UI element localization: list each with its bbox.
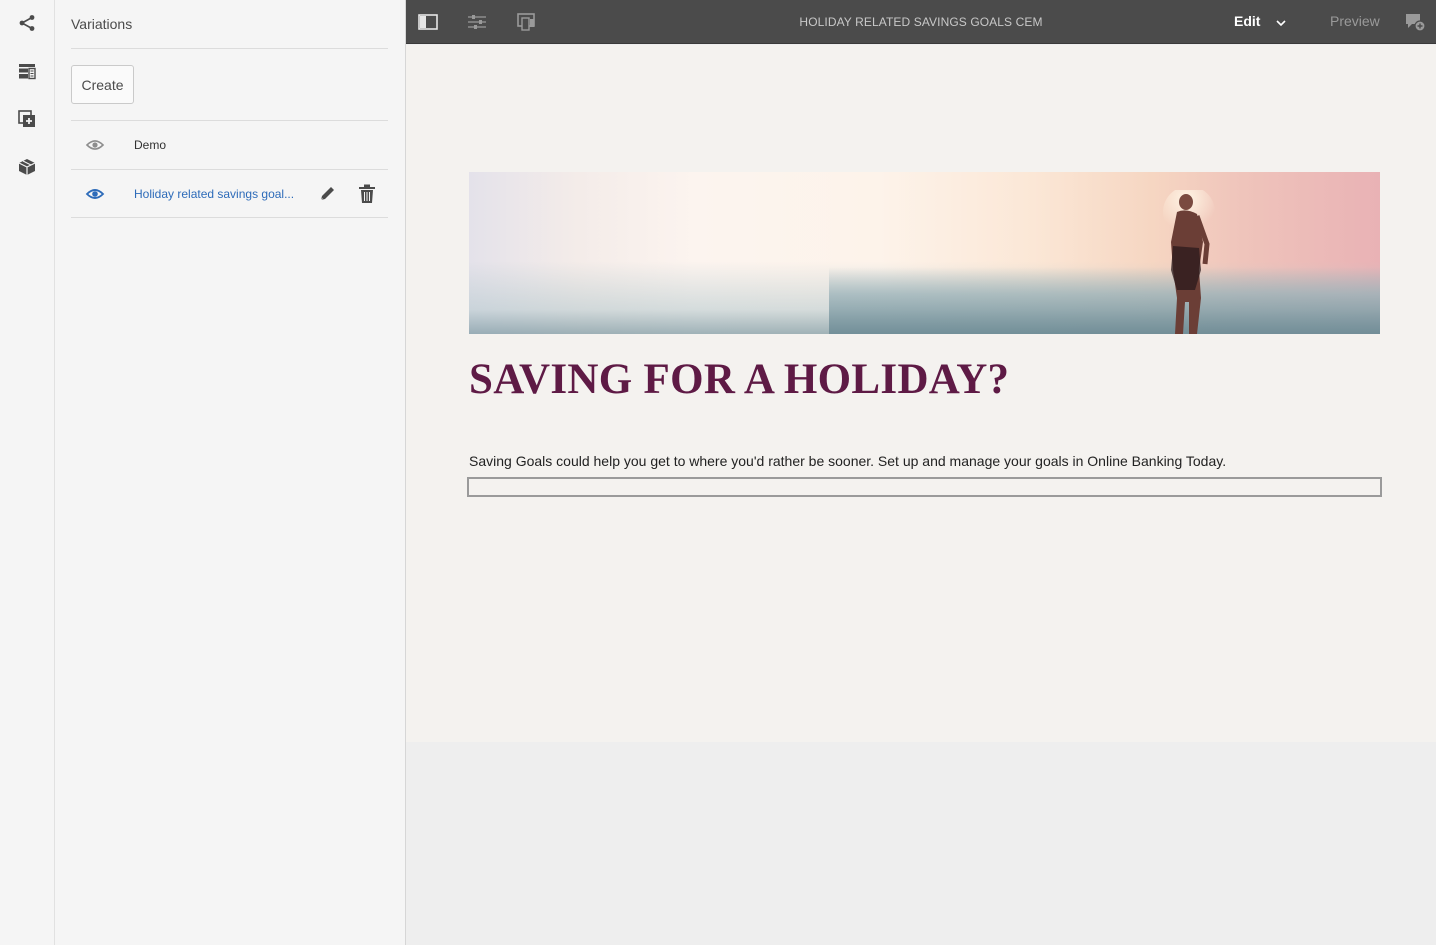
panel-title: Variations bbox=[71, 16, 133, 32]
emulator-icon[interactable] bbox=[515, 11, 537, 33]
hero-banner-image[interactable] bbox=[469, 172, 1380, 334]
mode-selector-label[interactable]: Edit bbox=[1234, 13, 1260, 29]
page-canvas: SAVING FOR A HOLIDAY? Saving Goals could… bbox=[406, 45, 1436, 742]
page-properties-icon[interactable] bbox=[466, 11, 488, 33]
left-rail bbox=[0, 0, 55, 945]
variation-item-holiday[interactable]: Holiday related savings goal... bbox=[71, 169, 388, 218]
body-text[interactable]: Saving Goals could help you get to where… bbox=[469, 453, 1226, 469]
divider bbox=[71, 48, 388, 49]
sea-shape bbox=[829, 267, 1380, 334]
assets-cube-icon[interactable] bbox=[14, 154, 40, 180]
add-component-icon[interactable] bbox=[14, 106, 40, 132]
page-headline[interactable]: SAVING FOR A HOLIDAY? bbox=[469, 355, 1009, 404]
toggle-side-panel-icon[interactable] bbox=[417, 11, 439, 33]
create-variation-button[interactable]: Create bbox=[71, 65, 134, 104]
empty-component-placeholder[interactable] bbox=[467, 477, 1382, 497]
chevron-down-icon[interactable] bbox=[1274, 16, 1288, 30]
woman-silhouette-image bbox=[1163, 190, 1215, 334]
variation-label: Demo bbox=[134, 138, 167, 152]
variations-panel: Variations Create Demo Holiday related s… bbox=[55, 0, 406, 945]
variation-label: Holiday related savings goal... bbox=[134, 187, 295, 201]
content-tree-icon[interactable] bbox=[14, 58, 40, 84]
trash-icon[interactable] bbox=[358, 184, 376, 204]
eye-icon[interactable] bbox=[85, 137, 105, 153]
preview-button[interactable]: Preview bbox=[1330, 13, 1380, 29]
pencil-icon[interactable] bbox=[318, 185, 336, 203]
variation-item-demo[interactable]: Demo bbox=[71, 120, 388, 169]
share-icon[interactable] bbox=[14, 10, 40, 36]
annotations-icon[interactable] bbox=[1404, 11, 1426, 33]
eye-icon[interactable] bbox=[85, 186, 105, 202]
editor-toolbar: HOLIDAY RELATED SAVINGS GOALS CEM Edit P… bbox=[406, 0, 1436, 44]
canvas-background bbox=[406, 742, 1436, 945]
